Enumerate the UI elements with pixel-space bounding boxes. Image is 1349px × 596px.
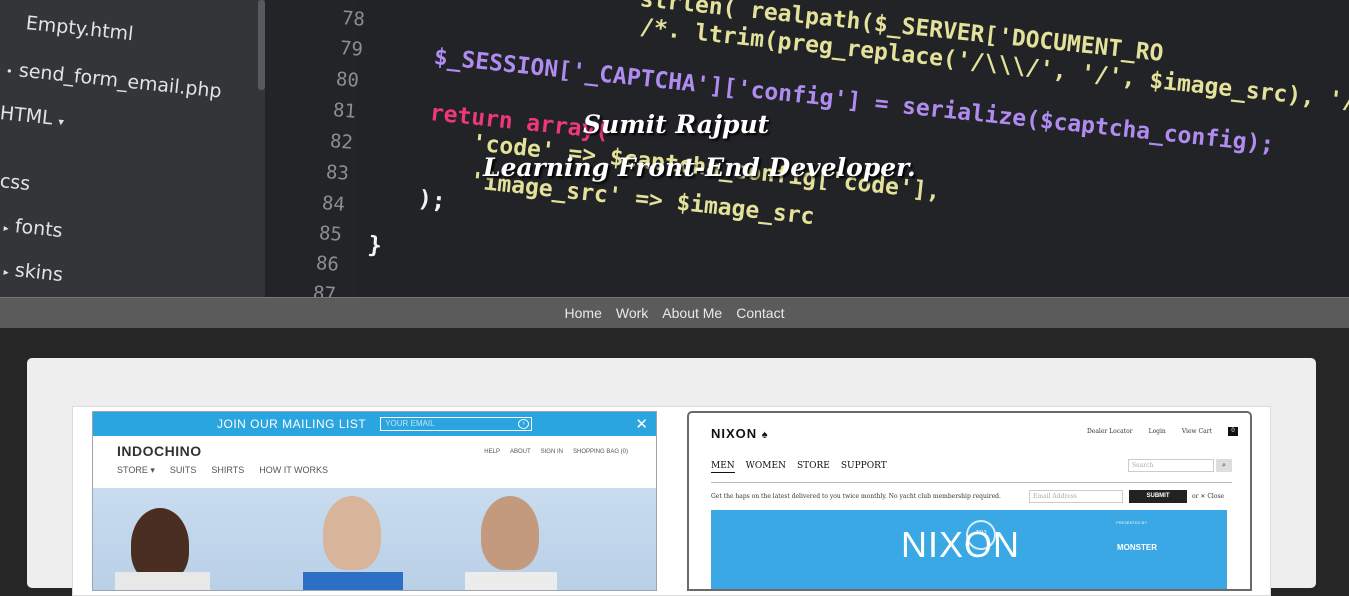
sidebar-file: • send_form_email.php bbox=[5, 59, 223, 103]
search-field: Search bbox=[1128, 459, 1214, 472]
model-figure bbox=[115, 572, 210, 590]
line-number: 79 bbox=[339, 37, 364, 61]
sidebar-folder: ▸ skins bbox=[3, 259, 65, 287]
nixon-menu: MEN WOMEN STORE SUPPORT bbox=[711, 461, 887, 473]
indochino-hero-photo bbox=[93, 488, 656, 590]
editor-sidebar: Empty.html • send_form_email.php HTML ▾ … bbox=[0, 0, 265, 297]
model-figure bbox=[323, 496, 381, 570]
portfolio-card-indochino[interactable]: JOIN OUR MAILING LIST YOUR EMAIL › ✕ IND… bbox=[92, 411, 657, 591]
menu-item: SHIRTS bbox=[211, 465, 245, 475]
util-link: Dealer Locator bbox=[1086, 428, 1133, 435]
line-number: 78 bbox=[341, 7, 366, 31]
nixon-logo: NIXON ♠ bbox=[711, 426, 769, 441]
util-link: View Cart bbox=[1181, 428, 1212, 435]
editor-scrollbar bbox=[258, 0, 265, 90]
nixon-banner: 2013 NIXON PRESENTED BY MONSTER bbox=[711, 510, 1227, 589]
newsletter-submit-button: SUBMIT bbox=[1129, 490, 1187, 503]
line-number: 83 bbox=[325, 161, 350, 185]
hero-banner: Empty.html • send_form_email.php HTML ▾ … bbox=[0, 0, 1349, 297]
nav-home-link[interactable]: Home bbox=[565, 305, 602, 321]
menu-item: HOW IT WORKS bbox=[259, 465, 329, 475]
portfolio-grid: JOIN OUR MAILING LIST YOUR EMAIL › ✕ IND… bbox=[72, 406, 1271, 596]
line-number: 86 bbox=[315, 252, 340, 276]
line-number: 85 bbox=[318, 222, 343, 246]
nav-about-link[interactable]: About Me bbox=[662, 305, 722, 321]
line-number: 80 bbox=[335, 68, 360, 92]
portfolio-card-nixon[interactable]: NIXON ♠ Dealer Locator Login View Cart 0… bbox=[687, 411, 1252, 591]
nixon-search: Search ⌕ bbox=[1128, 459, 1232, 472]
menu-item: WOMEN bbox=[745, 461, 786, 471]
model-figure bbox=[481, 496, 539, 570]
hero-title: Sumit Rajput bbox=[583, 110, 770, 139]
mailing-list-text: JOIN OUR MAILING LIST bbox=[217, 417, 367, 431]
sponsor-logo: MONSTER bbox=[1117, 543, 1157, 552]
util-link: ABOUT bbox=[509, 449, 531, 455]
divider bbox=[711, 482, 1232, 483]
banner-presented-by: PRESENTED BY bbox=[1116, 520, 1147, 525]
newsletter-text: Get the haps on the latest delivered to … bbox=[711, 493, 1001, 500]
newsletter-close-link: or ✕ Close bbox=[1192, 493, 1225, 500]
search-icon: ⌕ bbox=[1216, 459, 1232, 472]
sidebar-file: Empty.html bbox=[24, 12, 135, 46]
model-figure bbox=[131, 508, 189, 582]
work-panel: JOIN OUR MAILING LIST YOUR EMAIL › ✕ IND… bbox=[27, 358, 1316, 596]
menu-item: MEN bbox=[711, 461, 735, 473]
line-number: 84 bbox=[321, 192, 346, 216]
cart-count-badge: 0 bbox=[1228, 427, 1238, 436]
util-link: SIGN IN bbox=[540, 449, 563, 455]
menu-item: STORE ▾ bbox=[117, 465, 155, 475]
model-figure bbox=[465, 572, 557, 590]
close-icon: ✕ bbox=[635, 416, 648, 433]
menu-item: SUITS bbox=[169, 465, 197, 475]
newsletter-email-field: Email Address bbox=[1029, 490, 1123, 503]
code-line: ); bbox=[416, 186, 447, 215]
mailing-list-bar: JOIN OUR MAILING LIST YOUR EMAIL › ✕ bbox=[93, 412, 656, 436]
indochino-util-links: HELP ABOUT SIGN IN SHOPPING BAG (0) bbox=[484, 449, 628, 455]
line-number: 81 bbox=[332, 99, 357, 123]
mailing-email-input: YOUR EMAIL › bbox=[380, 417, 533, 431]
util-link: SHOPPING BAG (0) bbox=[572, 449, 628, 455]
nav-contact-link[interactable]: Contact bbox=[736, 305, 784, 321]
line-number: 82 bbox=[329, 130, 354, 154]
sidebar-folder: css bbox=[0, 170, 32, 196]
mailing-email-placeholder: YOUR EMAIL bbox=[385, 419, 435, 428]
indochino-logo: INDOCHINO bbox=[117, 443, 202, 459]
menu-item: SUPPORT bbox=[840, 461, 887, 471]
util-link: Login bbox=[1148, 428, 1166, 435]
menu-item: STORE bbox=[796, 461, 830, 471]
sidebar-folder: ▸ fonts bbox=[3, 215, 64, 243]
main-nav: Home Work About Me Contact bbox=[0, 297, 1349, 328]
line-number: 87 bbox=[312, 282, 337, 297]
sidebar-folder: HTML ▾ bbox=[0, 102, 65, 130]
code-line: } bbox=[366, 232, 384, 260]
nixon-util-links: Dealer Locator Login View Cart 0 bbox=[1087, 427, 1238, 436]
model-figure bbox=[303, 572, 403, 590]
hero-subtitle: Learning Front-End Developer. bbox=[483, 153, 916, 182]
indochino-menu: STORE ▾ SUITS SHIRTS HOW IT WORKS bbox=[117, 465, 328, 476]
banner-title: NIXON bbox=[901, 524, 1021, 565]
nav-work-link[interactable]: Work bbox=[616, 305, 648, 321]
util-link: HELP bbox=[484, 449, 500, 455]
arrow-right-icon: › bbox=[518, 419, 530, 429]
